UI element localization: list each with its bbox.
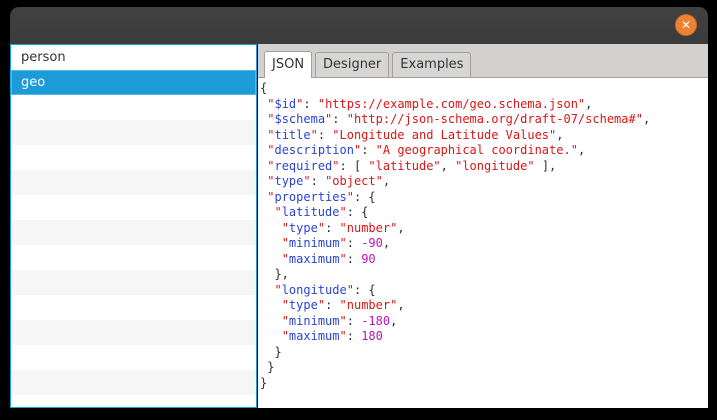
empty-row [11, 345, 256, 370]
list-item-geo[interactable]: geo [11, 70, 256, 95]
notebook: JSON Designer Examples { "$id": "https://e… [258, 44, 708, 408]
close-button[interactable]: ✕ [675, 14, 697, 36]
code-line: } [260, 344, 282, 359]
code-line: "maximum": 180 [281, 329, 383, 343]
code-line: } [260, 360, 275, 374]
code-line: "type": "object", [267, 174, 391, 188]
empty-row [11, 320, 256, 345]
empty-row [11, 245, 256, 270]
code-line: "minimum": -180, [281, 313, 398, 328]
tab-bar: JSON Designer Examples [258, 44, 708, 78]
empty-row [11, 120, 256, 145]
tab-examples[interactable]: Examples [392, 52, 472, 77]
schema-list-panel: person geo [10, 44, 257, 408]
code-line: "$id": "https://example.com/geo.schema.j… [267, 96, 593, 111]
json-tab-page: { "$id": "https://example.com/geo.schema… [258, 77, 708, 408]
code-line: "maximum": 90 [281, 251, 376, 266]
empty-row [11, 170, 256, 195]
empty-row [11, 195, 256, 220]
close-icon: ✕ [680, 18, 692, 32]
code-line: "latitude": { [274, 205, 369, 219]
code-line: "type": "number", [281, 220, 405, 235]
titlebar: ✕ [10, 7, 708, 44]
code-line: "$schema": "http://json-schema.org/draft… [267, 112, 651, 126]
code-line: "description": "A geographical coordinat… [267, 143, 586, 157]
empty-row [11, 295, 256, 320]
empty-row [11, 370, 256, 395]
empty-row [11, 395, 256, 407]
code-line: "required": [ "latitude", "longitude" ], [267, 158, 557, 173]
schema-list: person geo [11, 45, 256, 407]
code-line: "properties": { [267, 189, 376, 204]
tab-json[interactable]: JSON [264, 51, 313, 78]
code-line: "minimum": -90, [281, 236, 391, 250]
code-line: } [260, 375, 268, 390]
empty-row [11, 145, 256, 170]
tab-designer[interactable]: Designer [315, 52, 390, 77]
json-source[interactable]: { "$id": "https://example.com/geo.schema… [258, 78, 708, 408]
empty-row [11, 220, 256, 245]
list-item-person[interactable]: person [11, 45, 256, 70]
code-line: { [260, 81, 268, 95]
code-line: "type": "number", [281, 298, 405, 312]
empty-row [11, 95, 256, 120]
code-line: }, [260, 267, 289, 281]
empty-row [11, 270, 256, 295]
code-line: "longitude": { [274, 282, 376, 297]
code-line: "title": "Longitude and Latitude Values"… [267, 127, 564, 142]
